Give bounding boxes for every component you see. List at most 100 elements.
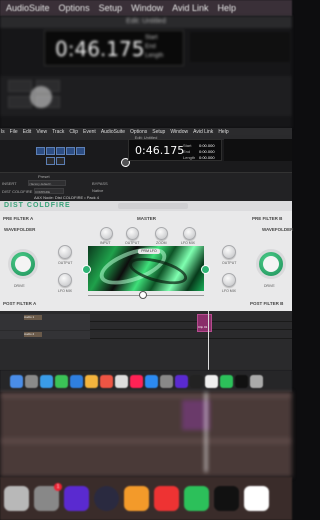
launchpad-icon[interactable] — [25, 374, 38, 388]
playhead — [205, 392, 207, 472]
mail-icon[interactable] — [70, 374, 83, 388]
tool-button[interactable] — [8, 96, 32, 108]
finder-icon[interactable] — [10, 374, 23, 388]
select-tool-button[interactable] — [56, 147, 65, 155]
right-arrow-button[interactable] — [201, 265, 210, 274]
calendar-icon[interactable] — [100, 374, 113, 388]
trash-icon[interactable] — [250, 374, 263, 388]
track-row[interactable]: Audio 2 — [0, 331, 292, 339]
menu-avid-link[interactable]: Avid Link — [193, 129, 213, 135]
menu-edit[interactable]: Edit — [23, 129, 32, 135]
menu-audiosuite[interactable]: AudioSuite — [6, 3, 50, 13]
menu-audiosuite[interactable]: AudioSuite — [101, 129, 125, 135]
scrub-tool-button[interactable] — [56, 157, 65, 165]
bypass-label[interactable]: BYPASS — [92, 181, 108, 186]
master-lfo-mix-knob[interactable] — [183, 227, 196, 240]
zoom-tool-button[interactable] — [36, 147, 45, 155]
safari-icon[interactable] — [40, 374, 53, 388]
track-name[interactable]: Audio 1 — [24, 315, 42, 320]
settings-icon[interactable] — [160, 374, 173, 388]
messages-icon[interactable] — [55, 374, 68, 388]
preset-dropdown[interactable]: <factory default> — [28, 180, 66, 186]
settings-icon[interactable] — [4, 486, 29, 511]
track-row[interactable]: Audio 1 — [0, 314, 292, 322]
grab-tool-button[interactable] — [66, 147, 75, 155]
zoom-knob[interactable] — [155, 227, 168, 240]
mix-slider-thumb[interactable] — [139, 291, 147, 299]
menu-help[interactable]: Help — [218, 129, 228, 135]
output-knob-right[interactable] — [222, 245, 236, 259]
capcut-icon[interactable] — [94, 486, 119, 511]
playhead[interactable] — [208, 311, 209, 370]
insert-label: INSERT — [2, 181, 17, 186]
input-knob[interactable] — [100, 227, 113, 240]
live-icon[interactable] — [124, 486, 149, 511]
menu-file[interactable]: File — [10, 129, 18, 135]
meter-panel — [190, 32, 290, 62]
mouse-cursor-highlight — [30, 86, 52, 108]
music-icon[interactable] — [130, 374, 143, 388]
lfo-mix-knob-left[interactable] — [58, 273, 72, 287]
compare-button[interactable]: COMPARE — [34, 188, 64, 194]
notes-icon[interactable] — [115, 374, 128, 388]
pencil-tool-button[interactable] — [46, 157, 55, 165]
waveform-type-left[interactable]: WAVEFOLDER — [4, 227, 35, 232]
output-knob-left[interactable] — [58, 245, 72, 259]
menu-event[interactable]: Event — [83, 129, 96, 135]
menu-setup[interactable]: Setup — [152, 129, 165, 135]
dock-small — [0, 370, 292, 392]
protools-icon[interactable] — [64, 486, 89, 511]
counter-time: 0:46.175 — [135, 144, 185, 157]
track-name[interactable]: Audio 2 — [24, 332, 42, 337]
menu-options[interactable]: Options — [59, 3, 90, 13]
whatsapp-icon[interactable] — [220, 374, 233, 388]
main-counter: 0:46.175 Start End Length 0:00.000 0:00.… — [128, 139, 222, 161]
plugin-preset-selector[interactable] — [118, 203, 188, 209]
app-icon[interactable]: 1 — [34, 483, 62, 511]
trim-tool-button[interactable] — [46, 147, 55, 155]
track-bar — [0, 438, 292, 444]
waveform-type-right[interactable]: WAVEFOLDER — [262, 227, 293, 232]
menu-avid-link[interactable]: Avid Link — [172, 3, 208, 13]
smart-tool-button[interactable] — [76, 147, 85, 155]
track-header: Audio 1 — [0, 314, 90, 322]
photos-icon[interactable] — [85, 374, 98, 388]
output-label-right: OUTPUT — [222, 261, 237, 265]
capcut-icon[interactable] — [190, 374, 203, 388]
tool-button[interactable] — [8, 80, 32, 92]
office-icon[interactable] — [205, 374, 218, 388]
mode-dropdown[interactable]: PRM LFO — [138, 249, 160, 254]
menu-item[interactable]: ls — [1, 129, 5, 135]
drive-label-right: DRIVE — [264, 284, 275, 288]
menu-options[interactable]: Options — [130, 129, 147, 135]
drive-knob-left[interactable] — [8, 249, 38, 279]
lfo-mix-knob-right[interactable] — [222, 273, 236, 287]
audio-clip[interactable]: Clip 01 — [197, 314, 212, 332]
post-filter-a-label: POST FILTER A — [3, 301, 37, 306]
menu-help[interactable]: Help — [217, 3, 236, 13]
menu-window[interactable]: Window — [170, 129, 188, 135]
capcut2-icon[interactable] — [235, 374, 248, 388]
drive-knob-right[interactable] — [256, 249, 286, 279]
menu-track[interactable]: Track — [52, 129, 64, 135]
master-output-knob[interactable] — [126, 227, 139, 240]
menu-view[interactable]: View — [36, 129, 47, 135]
office-icon[interactable] — [154, 486, 179, 511]
input-label: INPUT — [100, 241, 111, 245]
appstore-icon[interactable] — [145, 374, 158, 388]
plugin-title-bar: AAX Node: Dist COLDFIRE • Pack 4 — [34, 195, 99, 200]
menu-clip[interactable]: Clip — [69, 129, 78, 135]
visualizer-display[interactable]: PRM LFO — [88, 246, 204, 291]
preset-label: Preset — [38, 174, 50, 179]
left-arrow-button[interactable] — [82, 265, 91, 274]
label-length: Length — [183, 155, 196, 160]
menu-window[interactable]: Window — [131, 3, 163, 13]
menu-setup[interactable]: Setup — [99, 3, 123, 13]
capcut3-icon[interactable] — [244, 486, 269, 511]
tracks-area: Audio 1 Audio 2 Clip 01 — [0, 311, 292, 370]
protools-icon[interactable] — [175, 374, 188, 388]
capcut2-icon[interactable] — [214, 486, 239, 511]
drive-label-left: DRIVE — [14, 284, 25, 288]
track-row[interactable] — [0, 322, 292, 330]
whatsapp-icon[interactable] — [184, 486, 209, 511]
